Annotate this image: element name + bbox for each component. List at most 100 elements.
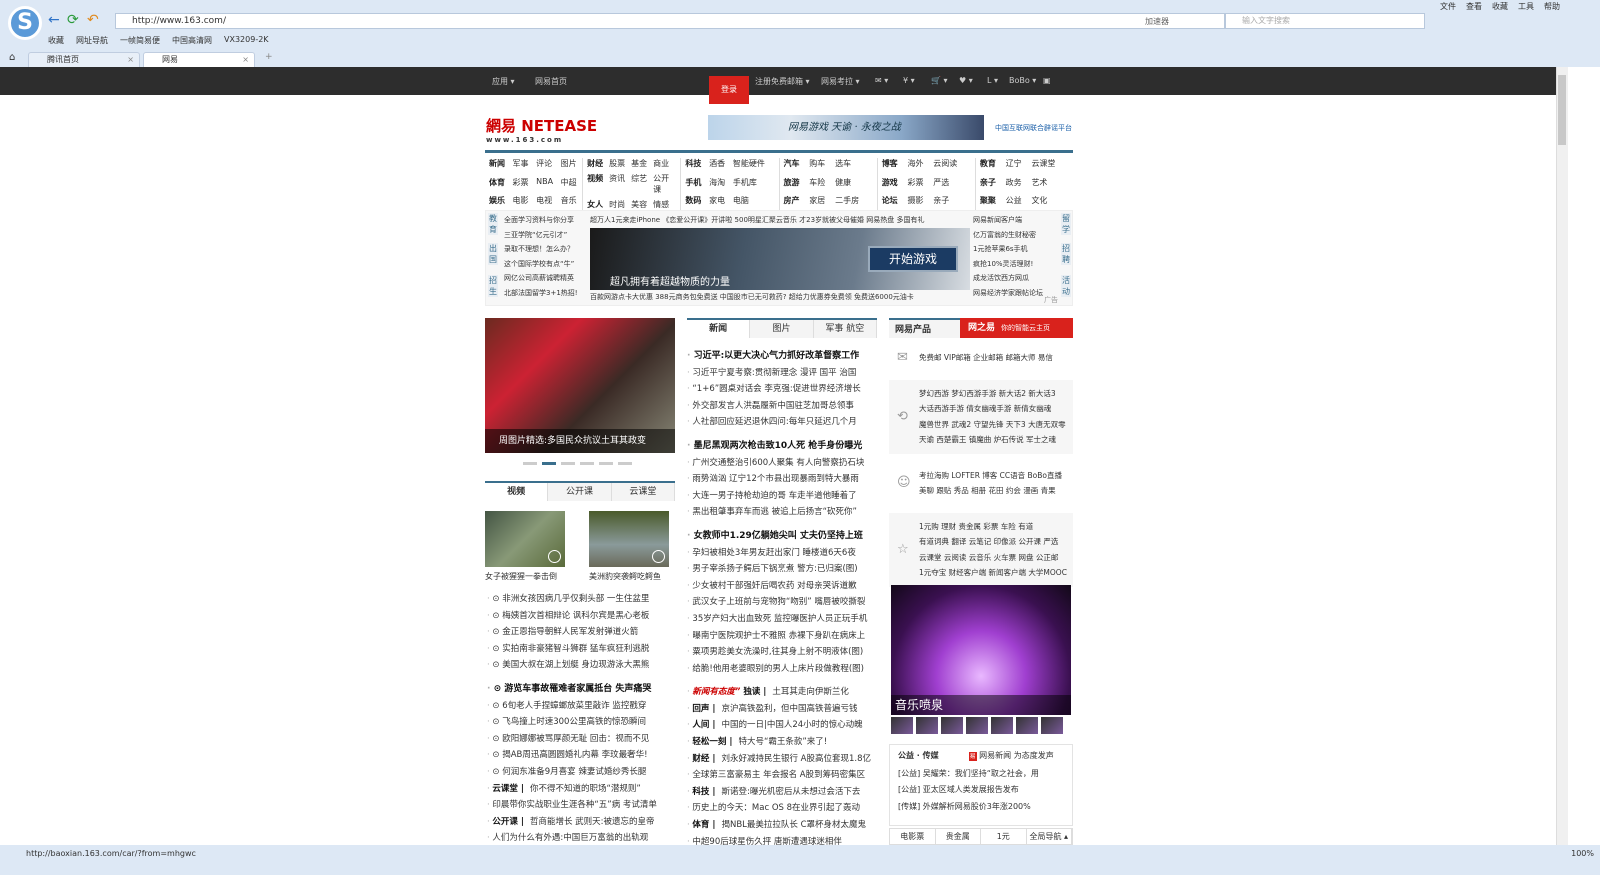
product-links[interactable]: 天谕 西楚霸王 镇魔曲 炉石传说 军士之魂 (919, 432, 1069, 448)
channel-link[interactable]: 二手房 (835, 195, 863, 210)
news-item[interactable]: 武汉女子上班前与宠物狗“吻别” 嘴唇被咬撕裂 (687, 594, 877, 611)
attitude-item[interactable]: 新闻有态度” 独读 | 土耳其走向伊斯兰化 (687, 684, 877, 701)
netease-home-link[interactable]: 网易首页 (535, 76, 567, 87)
ad-category-label[interactable]: 招聘 (1061, 243, 1071, 265)
tab-新闻[interactable]: 新闻 (687, 320, 751, 338)
product-links[interactable]: 考拉海购 LOFTER 博客 CC语音 BoBo直播 (919, 468, 1069, 484)
apps-menu[interactable]: 应用 ▾ (492, 76, 515, 87)
channel-link[interactable]: 健康 (835, 177, 863, 192)
ad-category-label[interactable]: 活动 (1061, 275, 1071, 297)
news-item[interactable]: 曝南宁医院观护士不雅照 赤裸下身趴在病床上 (687, 628, 877, 645)
game-ad-image[interactable]: 超凡拥有着超越物质的力量 开始游戏 (590, 228, 970, 290)
channel-link[interactable]: 聚聚 (980, 195, 1000, 210)
tab-netease[interactable]: 网易 × (143, 52, 255, 67)
channel-link[interactable]: 严选 (933, 177, 961, 192)
video-news-item[interactable]: ⊙ 美国大叔在湖上划艇 身边现游泳大黑熊 (487, 657, 675, 674)
bottom-tab[interactable]: 全局导航 ▴ (1027, 829, 1072, 844)
channel-link[interactable]: 数码 (685, 195, 703, 210)
browser-search-input[interactable]: 输入文字搜索 (1225, 13, 1425, 29)
wangzhiyi-link[interactable]: 网之易 你的智能云主页 (960, 318, 1073, 338)
featured-photo[interactable]: 周图片精选:多国民众抗议土耳其政变 (485, 318, 675, 453)
bookmark-item[interactable]: VX3209-2K (224, 35, 269, 46)
top-nav-item[interactable]: ▣ (1043, 76, 1051, 85)
scrollbar-thumb[interactable] (1558, 75, 1566, 145)
bottom-tab[interactable]: 1元 (981, 829, 1027, 844)
channel-link[interactable]: 政务 (1006, 177, 1026, 192)
scrollbar[interactable] (1556, 67, 1568, 845)
section-label[interactable]: 体育 | (692, 820, 715, 830)
ad-link[interactable]: 1元抢苹果6s手机 (973, 242, 1043, 257)
video-caption[interactable]: 美洲豹突袭鳄吃鳄鱼 (589, 571, 661, 582)
video-news-item[interactable]: ⊙ 梅姨首次首相辩论 讽科尔宾是黑心老板 (487, 608, 675, 625)
channel-link[interactable]: 公益 (1006, 195, 1026, 210)
menu-item[interactable]: 帮助 (1544, 1, 1560, 12)
channel-link[interactable]: 情感 (653, 199, 676, 210)
course-item[interactable]: 印晨带你实战职业生涯各种“五”病 考试清单 (487, 797, 675, 814)
top-nav-item[interactable]: 注册免费邮箱 ▾ (755, 76, 810, 87)
news-item[interactable]: 历史上的今天：Mac OS 8在业界引起了轰动 (687, 800, 877, 817)
tab-云课堂[interactable]: 云课堂 (612, 483, 675, 501)
ad-top-links[interactable]: 超万人1元来走iPhone 《恋爱公开课》开讲啦 500明星汇聚云音乐 才23岁… (590, 213, 924, 228)
channel-link[interactable]: 亲子 (980, 177, 1000, 192)
top-nav-item[interactable]: 🛒 ▾ (931, 76, 948, 85)
top-nav-item[interactable]: ♥ ▾ (959, 76, 973, 85)
channel-link[interactable]: 时尚 (609, 199, 625, 210)
news-item[interactable]: “1+6”圆桌对话会 李克强:促进世界经济增长 (687, 381, 877, 398)
channel-link[interactable]: 车险 (809, 177, 829, 192)
channel-link[interactable]: 电影 (513, 195, 531, 210)
section-label[interactable]: 独读 | (740, 687, 766, 697)
news-item[interactable]: 财经 | 刘永好减持民生银行 A股高位套现1.8亿 (687, 751, 877, 768)
charity-item[interactable]: [公益] 亚太区域人类发展报告发布 (898, 782, 1064, 799)
channel-link[interactable]: 游戏 (882, 177, 902, 192)
channel-link[interactable]: 海淘 (709, 177, 727, 192)
channel-link[interactable]: 手机库 (733, 177, 767, 192)
product-links[interactable]: 免费邮 VIP邮箱 企业邮箱 邮箱大师 易信 (919, 350, 1069, 366)
section-label[interactable]: 财经 | (692, 754, 715, 764)
section-label[interactable]: 回声 | (692, 704, 715, 714)
section-label[interactable]: 人间 | (692, 720, 715, 730)
channel-link[interactable]: 评论 (536, 158, 555, 173)
video-news-item[interactable]: ⊙ 非洲女孩因病几乎仅剩头部 一生住盆里 (487, 591, 675, 608)
news-item[interactable]: 男子宰杀扬子鳄后下锅烹煮 警方:已归案(图) (687, 561, 877, 578)
carousel-dots[interactable] (523, 462, 632, 465)
video-news-item[interactable]: ⊙ 何润东准备9月喜宴 辣妻试婚纱秀长腿 (487, 764, 675, 781)
ad-link[interactable]: 网易新闻客户端 (973, 213, 1043, 228)
app-link[interactable]: 网易新闻 为态度发声 (979, 751, 1054, 760)
channel-link[interactable]: 彩票 (907, 177, 927, 192)
news-item[interactable]: 人社部回应延迟退休四问:每年只延迟几个月 (687, 414, 877, 431)
channel-link[interactable]: 手机 (685, 177, 703, 192)
channel-link[interactable]: 财经 (587, 158, 603, 169)
charity-item[interactable]: [传媒] 外媒解析网易股价3年涨200% (898, 799, 1064, 816)
ad-link[interactable]: 全面学习资料与你分享 (504, 213, 578, 228)
back-icon[interactable]: ← (48, 12, 60, 28)
tab-军事 航空[interactable]: 军事 航空 (814, 320, 877, 338)
news-item[interactable]: 孕妇被相处3年男友赶出家门 睡楼道6天6夜 (687, 545, 877, 562)
video-news-item[interactable]: ⊙ 6旬老人手捏蟑螂放菜里敲诈 监控戳穿 (487, 698, 675, 715)
channel-link[interactable]: 亲子 (933, 195, 961, 210)
ad-link[interactable]: 网易经济学家跟帖论坛 (973, 286, 1043, 301)
product-links[interactable]: 大话西游手游 倩女幽魂手游 新倩女幽魂 (919, 401, 1069, 417)
channel-link[interactable]: 女人 (587, 199, 603, 210)
channel-link[interactable]: 音乐 (561, 195, 579, 210)
news-item[interactable]: 回声 | 京沪高铁盈利，但中国高铁普遍亏钱 (687, 701, 877, 718)
channel-link[interactable]: 云阅读 (933, 158, 961, 173)
channel-link[interactable]: 中超 (561, 177, 579, 192)
video-news-item[interactable]: ⊙ 揭AB周迅高圆圆婚礼内幕 李玟最奢华! (487, 747, 675, 764)
close-tab-icon[interactable]: × (242, 53, 249, 67)
ad-link[interactable]: 录取不理想！怎么办？ (504, 242, 578, 257)
ad-category-label[interactable]: 留学 (1061, 213, 1071, 235)
channel-link[interactable]: 公开课 (653, 173, 676, 195)
product-links[interactable]: 有道词典 翻译 云笔记 印像派 公开课 严选 (919, 534, 1069, 550)
partner-logo[interactable]: 中国互联网联合辟谣平台 (995, 118, 1073, 138)
bookmark-item[interactable]: 网址导航 (76, 35, 108, 46)
channel-link[interactable]: 商业 (653, 158, 676, 169)
menu-item[interactable]: 查看 (1466, 1, 1482, 12)
channel-link[interactable]: 博客 (882, 158, 902, 173)
news-item[interactable]: 轻松一刻 | 特大号“霸王条款”来了! (687, 734, 877, 751)
news-item[interactable]: 黑出租肇事弃车而逃 被追上后扬言“砍死你” (687, 504, 877, 521)
ad-link[interactable]: 成龙活饮西方网瓜 (973, 271, 1043, 286)
undo-icon[interactable]: ↶ (87, 12, 99, 28)
photo-caption[interactable]: 周图片精选:多国民众抗议土耳其政变 (485, 429, 675, 453)
ad-link[interactable]: 网亿公司高薪诚聘精英 (504, 271, 578, 286)
news-item[interactable]: 给脆!他用老婆眼别的男人上床片段做教程(图) (687, 661, 877, 678)
